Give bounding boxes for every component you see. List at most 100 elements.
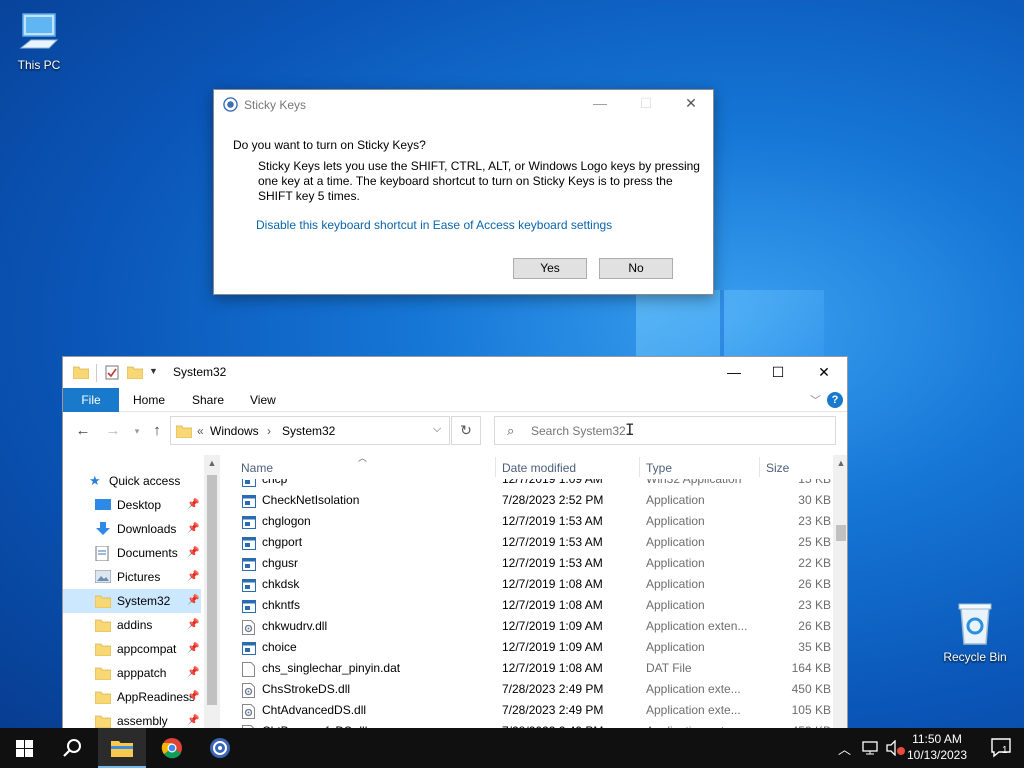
- wallpaper-logo: [636, 290, 824, 360]
- table-row[interactable]: chgport 12/7/2019 1:53 AM Application 25 KB: [230, 532, 831, 553]
- dialog-titlebar[interactable]: Sticky Keys — ☐ ✕: [214, 90, 713, 118]
- file-list-scrollbar[interactable]: ▲: [833, 455, 847, 735]
- sidebar-item-label: apppatch: [117, 666, 167, 680]
- tab-view[interactable]: View: [240, 388, 286, 412]
- column-divider[interactable]: [639, 457, 640, 477]
- wallpaper-logo-divider: [720, 290, 724, 360]
- nav-pane-scrollbar[interactable]: ▲: [204, 455, 220, 735]
- disable-shortcut-link[interactable]: Disable this keyboard shortcut in Ease o…: [256, 218, 612, 232]
- sidebar-item-quick-access[interactable]: ★ Quick access: [63, 469, 203, 493]
- sidebar-item-appreadiness[interactable]: AppReadiness 📌: [63, 685, 203, 709]
- search-button[interactable]: [48, 728, 96, 768]
- tab-home[interactable]: Home: [123, 388, 175, 412]
- new-folder-icon[interactable]: [127, 365, 143, 379]
- taskbar-app[interactable]: [196, 728, 244, 768]
- file-name: CheckNetIsolation: [262, 493, 360, 507]
- address-bar[interactable]: « Windows › System32 ⌵: [170, 416, 450, 445]
- minimize-button[interactable]: —: [711, 357, 757, 387]
- sort-ascending-icon: ︿: [358, 455, 368, 463]
- taskbar-file-explorer[interactable]: [98, 728, 146, 768]
- toolbar-separator: [96, 364, 97, 382]
- sidebar-item-appcompat[interactable]: appcompat 📌: [63, 637, 203, 661]
- desktop-icon-this-pc[interactable]: This PC: [1, 10, 77, 72]
- sidebar-item-documents[interactable]: Documents 📌: [63, 541, 203, 565]
- network-icon-glyph: [862, 741, 878, 755]
- search-box[interactable]: ⌕ I: [494, 416, 836, 445]
- table-row[interactable]: chs_singlechar_pinyin.dat 12/7/2019 1:08 …: [230, 658, 831, 679]
- expand-ribbon-icon[interactable]: ﹀: [810, 392, 821, 408]
- scroll-up-icon[interactable]: ▲: [204, 455, 220, 471]
- breadcrumb-system32[interactable]: System32: [282, 424, 335, 438]
- file-size: 26 KB: [798, 619, 831, 633]
- maximize-button: ☐: [639, 95, 653, 111]
- action-center-button[interactable]: 1: [990, 737, 1014, 762]
- scrollbar-thumb[interactable]: [207, 475, 217, 705]
- table-row[interactable]: chglogon 12/7/2019 1:53 AM Application 23 K…: [230, 511, 831, 532]
- system-clock[interactable]: 11:50 AM 10/13/2023: [902, 731, 972, 763]
- sidebar-item-desktop[interactable]: Desktop 📌: [63, 493, 203, 517]
- column-name[interactable]: Name: [241, 461, 273, 475]
- column-size[interactable]: Size: [766, 461, 789, 475]
- table-row[interactable]: ChsStrokeDS.dll 7/28/2023 2:49 PM Applicat…: [230, 679, 831, 700]
- maximize-button[interactable]: ☐: [755, 357, 801, 387]
- file-date-modified: 12/7/2019 1:53 AM: [502, 556, 603, 570]
- table-row[interactable]: chcp 12/7/2019 1:09 AM Win32 Application 15…: [230, 479, 831, 490]
- sidebar-item-pictures[interactable]: Pictures 📌: [63, 565, 203, 589]
- breadcrumb-windows[interactable]: Windows: [210, 424, 259, 438]
- column-divider[interactable]: [495, 457, 496, 477]
- file-rows: chcp 12/7/2019 1:09 AM Win32 Application 15…: [230, 479, 831, 735]
- taskbar-chrome[interactable]: [148, 728, 196, 768]
- forward-button[interactable]: →: [101, 421, 125, 441]
- table-row[interactable]: ChtAdvancedDS.dll 7/28/2023 2:49 PM Applic…: [230, 700, 831, 721]
- scroll-up-icon[interactable]: ▲: [833, 455, 847, 471]
- folder-icon: [95, 643, 111, 656]
- chevron-down-icon[interactable]: ⌵: [427, 423, 447, 436]
- yes-button[interactable]: Yes: [513, 258, 587, 279]
- start-button[interactable]: [0, 728, 48, 768]
- folder-icon: [176, 425, 192, 438]
- up-button[interactable]: ↑: [145, 421, 169, 441]
- file-date-modified: 12/7/2019 1:08 AM: [502, 661, 603, 675]
- column-divider[interactable]: [759, 457, 760, 477]
- file-size: 164 KB: [791, 661, 831, 675]
- back-button[interactable]: ←: [71, 421, 95, 441]
- search-input[interactable]: [531, 422, 811, 440]
- tab-file[interactable]: File: [63, 388, 119, 412]
- close-button[interactable]: ✕: [680, 94, 702, 114]
- sidebar-item-addins[interactable]: addins 📌: [63, 613, 203, 637]
- tab-share[interactable]: Share: [182, 388, 234, 412]
- file-name: choice: [262, 640, 297, 654]
- scrollbar-thumb[interactable]: [836, 525, 846, 541]
- sidebar-item-label: addins: [117, 618, 153, 632]
- folder-icon: [95, 595, 111, 608]
- close-button[interactable]: ✕: [801, 357, 847, 387]
- no-button[interactable]: No: [599, 258, 673, 279]
- file-name: chs_singlechar_pinyin.dat: [262, 661, 401, 675]
- table-row[interactable]: chkwudrv.dll 12/7/2019 1:09 AM Application…: [230, 616, 831, 637]
- pin-icon: 📌: [187, 523, 200, 534]
- sidebar-item-downloads[interactable]: Downloads 📌: [63, 517, 203, 541]
- sidebar-item-label: AppReadiness: [117, 690, 196, 704]
- table-row[interactable]: choice 12/7/2019 1:09 AM Application 35 KB: [230, 637, 831, 658]
- refresh-button[interactable]: ↻: [451, 416, 481, 445]
- file-name: ChtAdvancedDS.dll: [262, 703, 367, 717]
- sidebar-item-system32[interactable]: System32 📌: [63, 589, 201, 613]
- breadcrumb-overflow[interactable]: «: [197, 424, 204, 438]
- customize-qa-icon[interactable]: ▼: [149, 366, 158, 376]
- column-type[interactable]: Type: [646, 461, 672, 475]
- minimize-button[interactable]: —: [589, 94, 611, 114]
- properties-icon[interactable]: [105, 365, 119, 380]
- table-row[interactable]: chkdsk 12/7/2019 1:08 AM Application 26 KB: [230, 574, 831, 595]
- sidebar-item-apppatch[interactable]: apppatch 📌: [63, 661, 203, 685]
- file-date-modified: 12/7/2019 1:09 AM: [502, 619, 603, 633]
- star-icon: ★: [89, 473, 101, 488]
- table-row[interactable]: CheckNetIsolation 7/28/2023 2:52 PM Applic…: [230, 490, 831, 511]
- desktop-icon-recycle-bin[interactable]: Recycle Bin: [937, 600, 1013, 664]
- column-date-modified[interactable]: Date modified: [502, 461, 576, 475]
- pin-icon: 📌: [187, 691, 200, 702]
- table-row[interactable]: chkntfs 12/7/2019 1:08 AM Application 23 KB: [230, 595, 831, 616]
- table-row[interactable]: chgusr 12/7/2019 1:53 AM Application 22 KB: [230, 553, 831, 574]
- desktop-icon-label: Recycle Bin: [943, 650, 1007, 664]
- explorer-titlebar[interactable]: ▼ System32 — ☐ ✕: [63, 357, 847, 388]
- help-icon[interactable]: ?: [827, 392, 843, 408]
